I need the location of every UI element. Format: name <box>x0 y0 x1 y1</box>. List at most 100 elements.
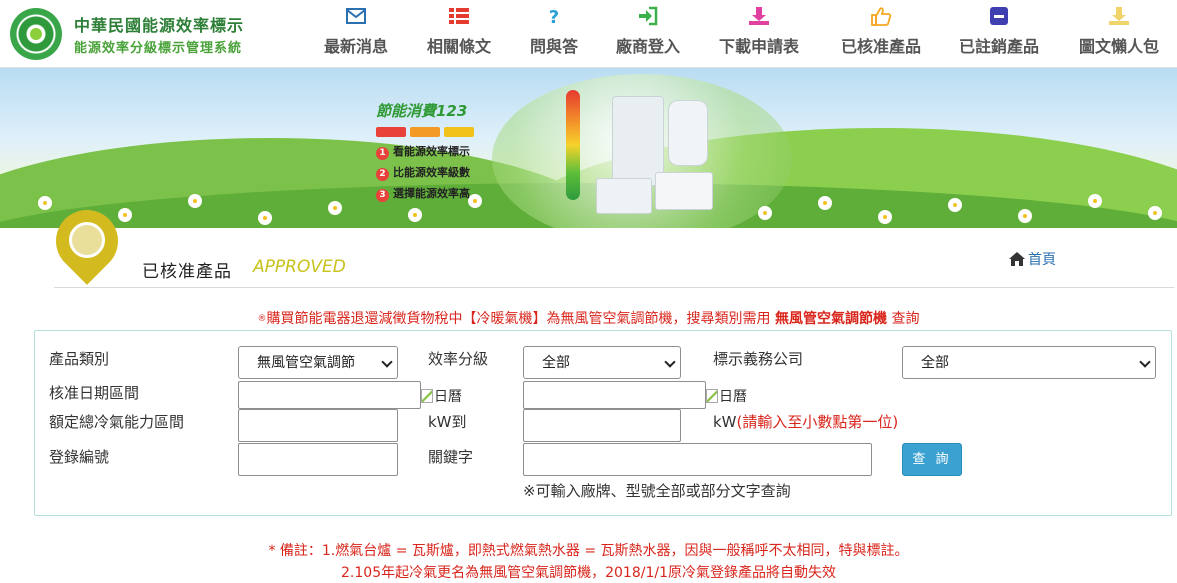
download-icon <box>749 7 769 25</box>
keyword-label: 關鍵字 <box>428 448 474 466</box>
nav-label: 已核准產品 <box>840 37 921 56</box>
nav-download-forms[interactable]: 下載申請表 <box>714 0 804 68</box>
bureau-of-energy-logo[interactable] <box>10 8 62 60</box>
nav-regulations[interactable]: 相關條文 <box>423 0 495 68</box>
nav-revoked-products[interactable]: 已註銷產品 <box>954 0 1044 68</box>
page-title-en: APPROVED <box>253 257 346 277</box>
nav-label: 下載申請表 <box>718 37 799 56</box>
notice-text: 購買節能電器退還減徵貨物稅中【冷暖氣機】為無風管空氣調節機，搜尋類別需用 <box>266 311 775 327</box>
daisy-icon <box>40 198 50 208</box>
footnote-line-2: 2.105年起冷氣更名為無風管空氣調節機，2018/1/1原冷氣登錄產品將自動失… <box>341 565 836 581</box>
chevron-down-icon <box>664 356 676 368</box>
daisy-icon <box>1020 211 1030 221</box>
list-icon <box>449 8 469 24</box>
nav-label: 相關條文 <box>426 37 491 56</box>
promo-step: 1 看能源效率標示 <box>376 143 516 160</box>
nav-vendor-login[interactable]: 廠商登入 <box>612 0 684 68</box>
nav-latest-news[interactable]: 最新消息 <box>320 0 392 68</box>
category-select[interactable]: 無風管空氣調節 <box>238 346 398 379</box>
envelope-icon <box>346 8 366 24</box>
home-link[interactable]: 首頁 <box>1008 249 1056 269</box>
daisy-icon <box>1090 196 1100 206</box>
nav-infographics[interactable]: 圖文懶人包 <box>1074 0 1164 68</box>
minus-square-icon <box>990 7 1008 25</box>
efficiency-label: 效率分級 <box>428 350 489 368</box>
dehumidifier-image <box>596 178 652 214</box>
date-from-input[interactable] <box>238 381 421 409</box>
site-subtitle[interactable]: 能源效率分級標示管理系統 <box>74 37 242 56</box>
registration-number-input[interactable] <box>238 443 398 476</box>
efficiency-thermometer <box>566 90 580 200</box>
notice-text-end: 查詢 <box>887 311 920 327</box>
daisy-icon <box>760 208 770 218</box>
category-select-value: 無風管空氣調節 <box>257 355 355 371</box>
air-conditioner-image <box>655 172 713 210</box>
calendar-icon <box>706 389 718 403</box>
capacity-to-input[interactable] <box>523 409 681 442</box>
nav-label: 已註銷產品 <box>958 37 1039 56</box>
chevron-down-icon <box>1139 356 1151 368</box>
date-to-input[interactable] <box>523 381 706 409</box>
capacity-to-label: kW到 <box>428 413 467 431</box>
sign-in-icon <box>639 6 658 26</box>
pin-badge <box>69 222 105 258</box>
query-button[interactable]: 查 詢 <box>902 443 962 476</box>
efficiency-select-value: 全部 <box>542 355 570 371</box>
nav-faq[interactable]: ? 問與答 <box>526 0 582 68</box>
efficiency-select[interactable]: 全部 <box>523 346 681 379</box>
calendar-alt-text: 日曆 <box>719 389 747 405</box>
question-icon: ? <box>549 7 559 26</box>
daisy-icon <box>330 203 340 213</box>
svg-text:?: ? <box>549 7 559 26</box>
daisy-icon <box>190 196 200 206</box>
water-heater-image <box>668 100 708 166</box>
capacity-hint: (請輸入至小數點第一位) <box>736 413 899 431</box>
company-select[interactable]: 全部 <box>902 346 1156 379</box>
nav-label: 廠商登入 <box>615 37 680 56</box>
promo-step: 3 選擇能源效率高 <box>376 185 516 202</box>
capacity-label: 額定總冷氣能力區間 <box>49 413 185 431</box>
daisy-icon <box>120 210 130 220</box>
nav-approved-products[interactable]: 已核准產品 <box>836 0 926 68</box>
daisy-icon <box>880 212 890 222</box>
keyword-hint: ※可輸入廠牌、型號全部或部分文字查詢 <box>523 482 791 500</box>
energy-saving-banner: 節能消費123 1 看能源效率標示 2 比能源效率級數 3 選擇能源效率高 <box>0 68 1177 228</box>
category-label: 產品類別 <box>49 350 110 368</box>
company-select-value: 全部 <box>921 355 949 371</box>
thumbs-up-icon <box>871 7 892 26</box>
promo-step: 2 比能源效率級數 <box>376 164 516 181</box>
home-label: 首頁 <box>1028 252 1056 268</box>
nav-label: 問與答 <box>529 37 578 56</box>
calendar-alt-text: 日曆 <box>434 389 462 405</box>
tax-refund-notice: ®購買節能電器退還減徵貨物稅中【冷暖氣機】為無風管空氣調節機，搜尋類別需用 無風… <box>0 308 1177 328</box>
date-to-calendar[interactable]: 日曆 <box>706 386 747 406</box>
date-from-calendar[interactable]: 日曆 <box>421 386 462 406</box>
site-title[interactable]: 中華民國能源效率標示 <box>74 12 244 36</box>
capacity-unit: kW <box>713 413 737 431</box>
daisy-icon <box>260 213 270 223</box>
calendar-icon <box>421 389 433 403</box>
daisy-icon <box>820 198 830 208</box>
registration-number-label: 登錄編號 <box>49 448 110 466</box>
capacity-from-input[interactable] <box>238 409 398 442</box>
registered-icon: ® <box>257 314 267 324</box>
daisy-icon <box>950 200 960 210</box>
promo-grade-tags <box>376 127 516 139</box>
download-light-icon <box>1109 7 1129 25</box>
page-title: 已核准產品 <box>142 262 232 282</box>
daisy-icon <box>410 210 420 220</box>
nav-label: 最新消息 <box>323 37 388 56</box>
company-label: 標示義務公司 <box>713 350 804 368</box>
notice-highlight: 無風管空氣調節機 <box>775 311 887 327</box>
home-icon <box>1009 252 1025 266</box>
chevron-down-icon <box>381 356 393 368</box>
title-divider <box>54 287 1174 288</box>
capacity-unit-hint: kW(請輸入至小數點第一位) <box>713 411 898 432</box>
keyword-input[interactable] <box>523 443 872 476</box>
nav-label: 圖文懶人包 <box>1078 37 1159 56</box>
banner-promo: 節能消費123 1 看能源效率標示 2 比能源效率級數 3 選擇能源效率高 <box>376 100 516 202</box>
promo-title: 節能消費123 <box>376 102 468 120</box>
footnote-line-1: * 備註：1.燃氣台爐 = 瓦斯爐，即熱式燃氣熱水器 = 瓦斯熱水器，因與一般稱… <box>268 543 909 559</box>
daisy-icon <box>1150 208 1160 218</box>
site-header: 中華民國能源效率標示 能源效率分級標示管理系統 最新消息 相關條文 ? 問與答 <box>0 0 1177 68</box>
